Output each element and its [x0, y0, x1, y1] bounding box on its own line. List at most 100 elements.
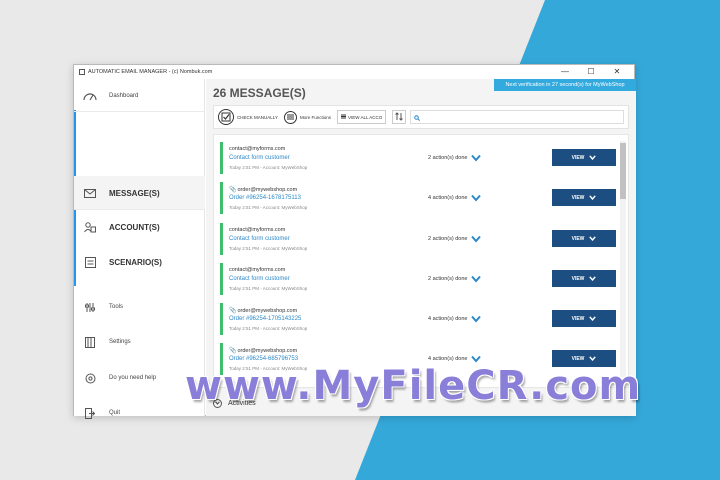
- chevron-down-icon: [471, 194, 482, 202]
- maximize-button[interactable]: ☐: [578, 66, 604, 78]
- sidebar-label-messages: MESSAGE(S): [109, 188, 160, 198]
- view-button-label: VIEW: [571, 235, 585, 242]
- help-icon: [83, 372, 97, 384]
- sender-email: contact@myforms.com: [229, 227, 286, 233]
- message-row[interactable]: contact@myforms.com Contact form customer…: [220, 142, 616, 174]
- sidebar-item-scenarios[interactable]: SCENARIO(S): [74, 245, 205, 279]
- sidebar-item-accounts[interactable]: ACCOUNT(S): [74, 210, 205, 244]
- search-input[interactable]: [410, 110, 624, 124]
- search-icon: [414, 108, 421, 126]
- attachment-icon: 📎: [229, 187, 237, 193]
- actions-done-label: 4 action(s) done: [428, 195, 468, 201]
- message-row[interactable]: 📎 order@mywebshop.com Order #96254-1705143…: [220, 303, 616, 335]
- gauge-icon: [83, 90, 97, 102]
- message-sender: 📎 order@mywebshop.com: [229, 307, 297, 315]
- sidebar-label-scenarios: SCENARIO(S): [109, 257, 162, 267]
- settings-icon: [83, 336, 97, 348]
- minimize-button[interactable]: —: [552, 66, 578, 78]
- view-button[interactable]: VIEW: [552, 189, 616, 206]
- view-all-accounts-button[interactable]: VIEW ALL ACCO: [336, 108, 387, 126]
- sidebar-item-settings[interactable]: Settings: [74, 325, 205, 359]
- actions-done-label: 2 action(s) done: [428, 236, 468, 242]
- check-manually-label: CHECK MANUALLY: [237, 114, 278, 120]
- message-row[interactable]: contact@myforms.com Contact form customer…: [220, 223, 616, 255]
- watermark-text: www.MyFileCR.com: [185, 363, 642, 409]
- sidebar-divider: [74, 111, 205, 112]
- chevron-down-icon: [471, 154, 482, 162]
- message-subject[interactable]: Order #96254-1705143225: [229, 316, 301, 322]
- message-list: contact@myforms.com Contact form customer…: [213, 134, 629, 388]
- sender-email: order@mywebshop.com: [237, 186, 298, 193]
- view-button-label: VIEW: [571, 154, 585, 161]
- more-functions-label: More Functions: [299, 114, 331, 120]
- actions-done-label: 2 action(s) done: [428, 155, 468, 161]
- sidebar-label-tools: Tools: [109, 304, 124, 310]
- sidebar-label-help: Do you need help: [109, 375, 157, 381]
- message-row[interactable]: contact@myforms.com Contact form customer…: [220, 263, 616, 295]
- close-button[interactable]: ✕: [604, 66, 630, 78]
- sidebar-item-tools[interactable]: Tools: [74, 290, 205, 324]
- sender-email: contact@myforms.com: [229, 146, 286, 152]
- message-meta: Today 2:51 PM - Account: MyWebShop: [229, 165, 308, 170]
- actions-done[interactable]: 4 action(s) done: [428, 355, 482, 363]
- chevron-down-icon: [471, 275, 482, 283]
- message-subject[interactable]: Contact form customer: [229, 236, 290, 242]
- message-meta: Today 2:51 PM - Account: MyWebShop: [229, 326, 308, 331]
- scenario-icon: [83, 256, 97, 268]
- sender-email: contact@myforms.com: [229, 267, 286, 273]
- view-button[interactable]: VIEW: [552, 270, 616, 287]
- message-sender: contact@myforms.com: [229, 146, 285, 152]
- menu-icon: [283, 110, 297, 124]
- actions-done[interactable]: 2 action(s) done: [428, 275, 482, 283]
- sidebar-label-dashboard: Dashboard: [109, 93, 139, 99]
- chevron-down-icon: [471, 315, 482, 323]
- view-button-label: VIEW: [571, 194, 585, 201]
- message-subject[interactable]: Order #96254-1678175113: [229, 195, 301, 201]
- view-button-label: VIEW: [571, 355, 585, 362]
- actions-done-label: 4 action(s) done: [428, 316, 468, 322]
- chevron-down-icon: [589, 276, 597, 281]
- actions-done[interactable]: 4 action(s) done: [428, 194, 482, 202]
- chevron-down-icon: [589, 236, 597, 241]
- view-button[interactable]: VIEW: [552, 149, 616, 166]
- view-button-label: VIEW: [571, 315, 585, 322]
- chevron-down-icon: [589, 356, 597, 361]
- scrollbar-thumb[interactable]: [620, 143, 626, 199]
- message-sender: 📎 order@mywebshop.com: [229, 347, 297, 355]
- message-subject[interactable]: Contact form customer: [229, 276, 290, 282]
- check-icon: [218, 109, 234, 125]
- view-all-accounts-label: VIEW ALL ACCO: [347, 114, 383, 120]
- message-row[interactable]: 📎 order@mywebshop.com Order #96254-1678175…: [220, 182, 616, 214]
- actions-done-label: 4 action(s) done: [428, 356, 468, 362]
- actions-done[interactable]: 4 action(s) done: [428, 315, 482, 323]
- sort-button[interactable]: [392, 110, 407, 124]
- app-icon: [79, 69, 85, 75]
- message-sender: contact@myforms.com: [229, 227, 285, 233]
- window-controls: — ☐ ✕: [552, 66, 630, 78]
- verification-banner: Next verification in 27 second(s) for My…: [494, 79, 636, 91]
- view-button-label: VIEW: [571, 275, 585, 282]
- chevron-down-icon: [589, 316, 597, 321]
- sort-icon: [395, 111, 404, 123]
- actions-done[interactable]: 2 action(s) done: [428, 235, 482, 243]
- view-button[interactable]: VIEW: [552, 230, 616, 247]
- check-manually-button[interactable]: CHECK MANUALLY: [218, 108, 278, 126]
- sidebar-label-settings: Settings: [109, 339, 131, 345]
- message-meta: Today 2:51 PM - Account: MyWebShop: [229, 286, 308, 291]
- tools-icon: [83, 301, 97, 313]
- sidebar-item-messages[interactable]: MESSAGE(S): [74, 176, 205, 210]
- chevron-down-icon: [471, 235, 482, 243]
- sidebar-label-accounts: ACCOUNT(S): [109, 222, 160, 232]
- users-icon: [83, 221, 97, 233]
- view-button[interactable]: VIEW: [552, 310, 616, 327]
- toolbar: CHECK MANUALLY More Functions VIEW ALL A…: [213, 105, 629, 129]
- chevron-down-icon: [589, 155, 597, 160]
- message-subject[interactable]: Contact form customer: [229, 155, 290, 161]
- message-subject[interactable]: Order #96254-685796753: [229, 356, 298, 362]
- message-meta: Today 2:51 PM - Account: MyWebShop: [229, 205, 308, 210]
- chevron-down-icon: [471, 355, 482, 363]
- actions-done[interactable]: 2 action(s) done: [428, 154, 482, 162]
- actions-done-label: 2 action(s) done: [428, 276, 468, 282]
- more-functions-button[interactable]: More Functions: [283, 108, 331, 126]
- sidebar-item-dashboard[interactable]: Dashboard: [74, 79, 205, 113]
